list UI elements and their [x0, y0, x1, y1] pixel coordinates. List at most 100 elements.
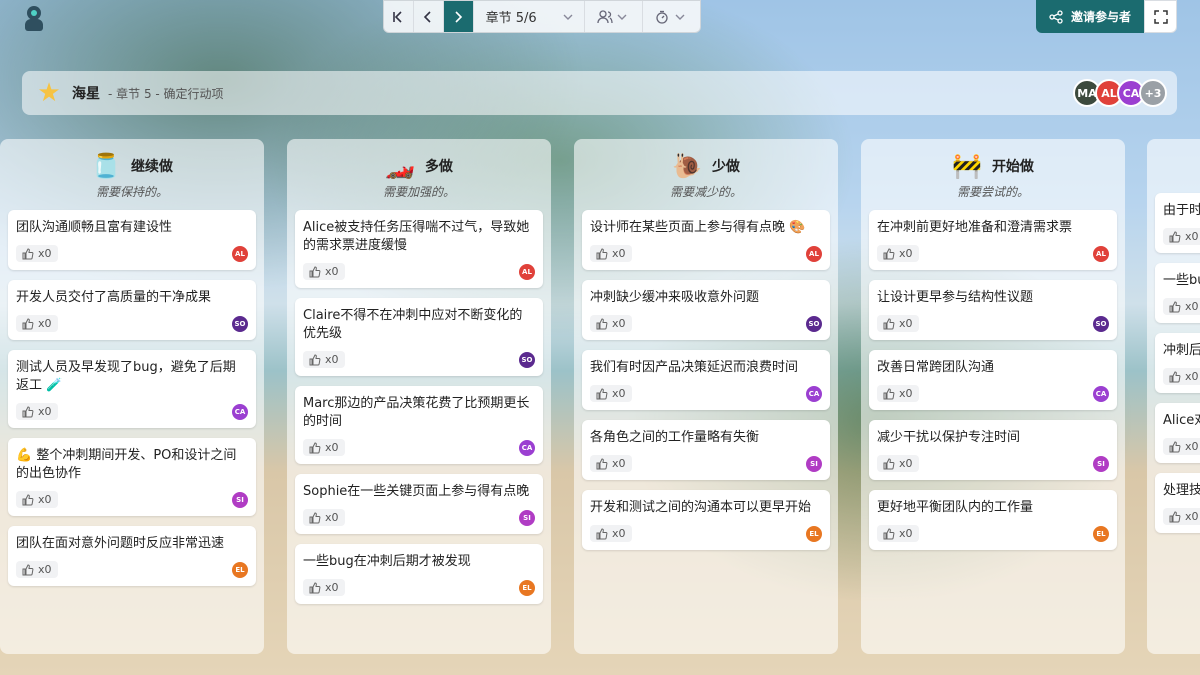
vote-button[interactable]: x0 — [1163, 298, 1200, 315]
author-avatar: CA — [232, 403, 248, 420]
board-column: 🐌 少做 需要减少的。 设计师在某些页面上参与得有点晚 🎨 x0 AL 冲刺缺少缓冲来吸收意… — [574, 139, 838, 654]
column-title: 继续做 — [130, 159, 173, 175]
thumbs-up-icon — [596, 317, 608, 329]
vote-button[interactable]: x0 — [303, 579, 345, 596]
author-avatar: CA — [1093, 385, 1109, 402]
vote-button[interactable]: x0 — [303, 263, 345, 280]
vote-count: x0 — [612, 527, 626, 540]
vote-button[interactable]: x0 — [877, 525, 919, 542]
retro-card[interactable]: 团队在面对意外问题时反应非常迅速 x0 EL — [8, 526, 256, 586]
vote-count: x0 — [612, 457, 626, 470]
participant-avatar[interactable]: +3 — [1139, 79, 1167, 107]
retro-card[interactable]: Alice被支持任务压得喘不过气，导致她的需求票进度缓慢 x0 AL — [295, 210, 543, 288]
vote-button[interactable]: x0 — [877, 245, 919, 262]
column-icon: 🏎️ — [385, 152, 415, 180]
chevron-left-icon — [424, 10, 431, 23]
card-text: 减少干扰以保护专注时间 — [877, 430, 1021, 445]
author-avatar: SO — [519, 351, 535, 368]
card-text: 更好地平衡团队内的工作量 — [877, 500, 1034, 515]
vote-button[interactable]: x0 — [1163, 508, 1200, 525]
vote-button[interactable]: x0 — [590, 455, 632, 472]
author-avatar: EL — [1093, 525, 1109, 542]
vote-count: x0 — [1185, 300, 1199, 313]
vote-button[interactable]: x0 — [877, 385, 919, 402]
retro-card[interactable]: 团队沟通顺畅且富有建设性 x0 AL — [8, 210, 256, 270]
starfish-icon: ★ — [37, 78, 61, 108]
vote-button[interactable]: x0 — [590, 245, 632, 262]
vote-button[interactable]: x0 — [16, 315, 58, 332]
participants-dropdown[interactable] — [585, 1, 643, 32]
retro-card[interactable]: Marc那边的产品决策花费了比预期更长的时间 x0 CA — [295, 386, 543, 464]
retro-card[interactable]: 由于时 x0 — [1155, 193, 1200, 253]
author-avatar: SI — [806, 455, 822, 472]
vote-count: x0 — [325, 511, 339, 524]
retro-card[interactable]: Sophie在一些关键页面上参与得有点晚 x0 SI — [295, 474, 543, 534]
thumbs-up-icon — [309, 441, 321, 453]
timer-dropdown[interactable] — [643, 1, 700, 32]
retro-card[interactable]: 开发和测试之间的沟通本可以更早开始 x0 EL — [582, 490, 830, 550]
participant-avatars[interactable]: MA AL CA +3 — [1073, 79, 1167, 107]
vote-button[interactable]: x0 — [303, 351, 345, 368]
retro-card[interactable]: 冲刺后 x0 — [1155, 333, 1200, 393]
vote-button[interactable]: x0 — [303, 509, 345, 526]
retro-card[interactable]: Claire不得不在冲刺中应对不断变化的优先级 x0 SO — [295, 298, 543, 376]
vote-button[interactable]: x0 — [877, 315, 919, 332]
vote-count: x0 — [325, 581, 339, 594]
board-header: ★ 海星 - 章节 5 - 确定行动项 MA AL CA +3 — [22, 71, 1177, 115]
thumbs-up-icon — [883, 247, 895, 259]
author-avatar: EL — [232, 561, 248, 578]
vote-button[interactable]: x0 — [590, 315, 632, 332]
retro-card[interactable]: 让设计更早参与结构性议题 x0 SO — [869, 280, 1117, 340]
vote-button[interactable]: x0 — [1163, 368, 1200, 385]
vote-button[interactable]: x0 — [16, 561, 58, 578]
vote-count: x0 — [38, 563, 52, 576]
vote-button[interactable]: x0 — [16, 245, 58, 262]
column-title: 多做 — [424, 159, 453, 175]
retro-card[interactable]: 处理技 x0 — [1155, 473, 1200, 533]
vote-button[interactable]: x0 — [1163, 228, 1200, 245]
thumbs-up-icon — [596, 527, 608, 539]
timer-icon — [655, 10, 668, 24]
chevron-down-icon — [675, 14, 685, 20]
column-header: 🚧 开始做 — [861, 145, 1125, 187]
fullscreen-button[interactable] — [1144, 0, 1177, 33]
retro-card[interactable]: 减少干扰以保护专注时间 x0 SI — [869, 420, 1117, 480]
retro-card[interactable]: 各角色之间的工作量略有失衡 x0 SI — [582, 420, 830, 480]
vote-button[interactable]: x0 — [590, 525, 632, 542]
retro-card[interactable]: 我们有时因产品决策延迟而浪费时间 x0 CA — [582, 350, 830, 410]
vote-button[interactable]: x0 — [303, 439, 345, 456]
retro-card[interactable]: Alice对 x0 — [1155, 403, 1200, 463]
next-section-button[interactable] — [443, 1, 474, 32]
vote-button[interactable]: x0 — [877, 455, 919, 472]
retro-card[interactable]: 一些bu x0 — [1155, 263, 1200, 323]
retro-card[interactable]: 💪 整个冲刺期间开发、PO和设计之间的出色协作 x0 SI — [8, 438, 256, 516]
thumbs-up-icon — [309, 581, 321, 593]
skip-first-icon — [393, 10, 402, 23]
thumbs-up-icon — [22, 247, 34, 259]
retro-card[interactable]: 开发人员交付了高质量的干净成果 x0 SO — [8, 280, 256, 340]
invite-participants-button[interactable]: 邀请参与者 — [1036, 0, 1144, 33]
thumbs-up-icon — [1169, 510, 1181, 522]
section-dropdown[interactable]: 章节 5/6 — [474, 1, 585, 32]
thumbs-up-icon — [883, 527, 895, 539]
retro-card[interactable]: 改善日常跨团队沟通 x0 CA — [869, 350, 1117, 410]
retro-card[interactable]: 设计师在某些页面上参与得有点晚 🎨 x0 AL — [582, 210, 830, 270]
vote-button[interactable]: x0 — [16, 403, 58, 420]
retro-card[interactable]: 更好地平衡团队内的工作量 x0 EL — [869, 490, 1117, 550]
card-text: 开发和测试之间的沟通本可以更早开始 — [590, 500, 812, 515]
vote-button[interactable]: x0 — [1163, 438, 1200, 455]
card-text: Alice被支持任务压得喘不过气，导致她的需求票进度缓慢 — [303, 220, 530, 253]
first-section-button[interactable] — [384, 1, 414, 32]
vote-button[interactable]: x0 — [590, 385, 632, 402]
vote-count: x0 — [38, 247, 52, 260]
retro-card[interactable]: 一些bug在冲刺后期才被发现 x0 EL — [295, 544, 543, 604]
previous-section-button[interactable] — [414, 1, 444, 32]
vote-count: x0 — [612, 387, 626, 400]
retro-card[interactable]: 在冲刺前更好地准备和澄清需求票 x0 AL — [869, 210, 1117, 270]
retro-card[interactable]: 冲刺缺少缓冲来吸收意外问题 x0 SO — [582, 280, 830, 340]
author-avatar: AL — [519, 263, 535, 280]
thumbs-up-icon — [309, 511, 321, 523]
vote-button[interactable]: x0 — [16, 491, 58, 508]
author-avatar: SO — [1093, 315, 1109, 332]
retro-card[interactable]: 测试人员及早发现了bug，避免了后期返工 🧪 x0 CA — [8, 350, 256, 428]
